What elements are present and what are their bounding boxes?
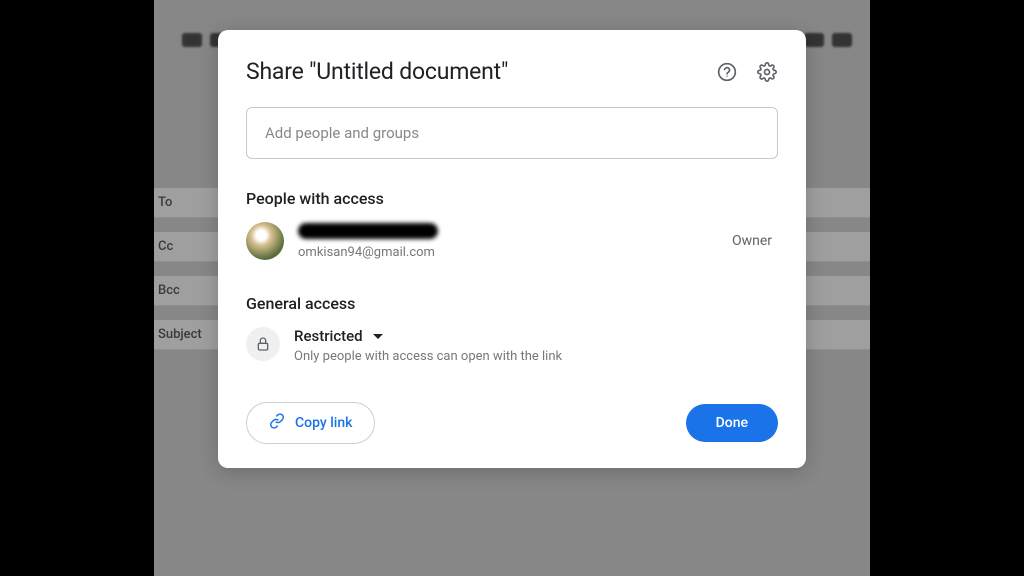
access-description: Only people with access can open with th…: [294, 349, 778, 364]
general-access-heading: General access: [246, 294, 778, 313]
dialog-footer: Copy link Done: [246, 402, 778, 444]
done-button[interactable]: Done: [686, 404, 778, 442]
lock-icon: [246, 327, 280, 361]
person-row: omkisan94@gmail.com Owner: [246, 222, 778, 260]
person-email: omkisan94@gmail.com: [298, 245, 732, 260]
chevron-down-icon: [373, 334, 383, 339]
access-level-dropdown[interactable]: Restricted: [294, 327, 778, 345]
link-icon: [269, 413, 285, 433]
settings-icon[interactable]: [756, 61, 778, 83]
add-people-input[interactable]: [246, 107, 778, 159]
help-icon[interactable]: [716, 61, 738, 83]
person-role: Owner: [732, 233, 772, 249]
copy-link-label: Copy link: [295, 415, 352, 431]
person-name-redacted: [298, 223, 438, 239]
share-dialog: Share "Untitled document" People with ac…: [218, 30, 806, 468]
dialog-header: Share "Untitled document": [246, 58, 778, 85]
avatar: [246, 222, 284, 260]
access-level-label: Restricted: [294, 327, 363, 345]
dialog-title: Share "Untitled document": [246, 58, 716, 85]
copy-link-button[interactable]: Copy link: [246, 402, 375, 444]
people-with-access-heading: People with access: [246, 189, 778, 208]
general-access-row: Restricted Only people with access can o…: [246, 327, 778, 364]
